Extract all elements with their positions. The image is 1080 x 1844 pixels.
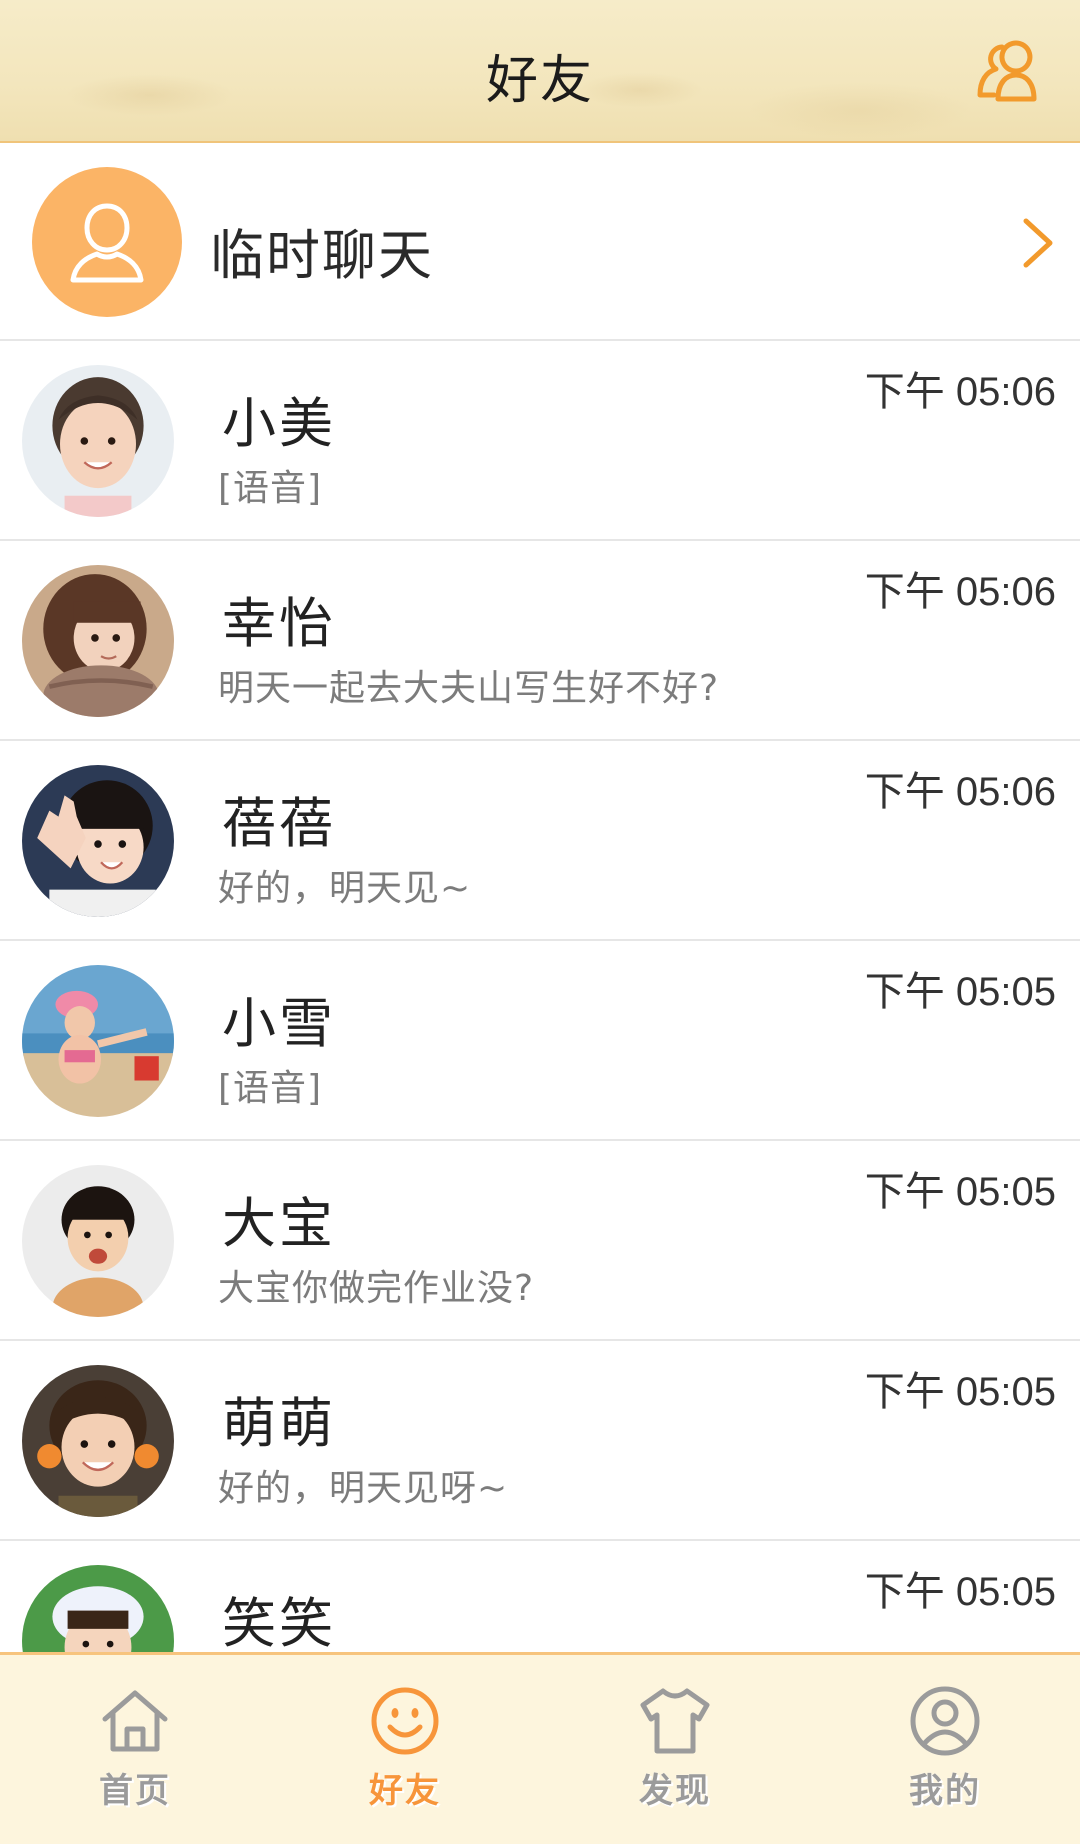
temp-chat-label: 临时聊天 <box>210 224 434 287</box>
user-circle-icon <box>910 1686 980 1756</box>
chat-row[interactable]: 小美 [语音] 下午 05:06 <box>0 341 1080 541</box>
chat-row[interactable]: 蓓蓓 好的，明天见~ 下午 05:06 <box>0 741 1080 941</box>
chat-message: 好的，明天见呀~ <box>218 1468 509 1509</box>
chat-name: 大宝 <box>222 1192 336 1255</box>
avatar-image <box>22 565 174 717</box>
tab-me[interactable]: 我的 <box>810 1655 1080 1844</box>
avatar <box>22 965 174 1117</box>
chat-name: 小美 <box>222 392 336 455</box>
chat-time: 下午 05:06 <box>864 370 1056 414</box>
chat-row[interactable]: 萌萌 好的，明天见呀~ 下午 05:05 <box>0 1341 1080 1541</box>
chat-list: 小美 [语音] 下午 05:06 幸怡 明天一起去大夫山写生好不好? 下午 05… <box>0 341 1080 1741</box>
screen: 好友 临时聊天 小美 [语音] 下午 05:06 幸怡 明天一起去大夫山写生好不… <box>0 0 1080 1844</box>
contacts-icon <box>977 40 1037 102</box>
avatar-image <box>22 765 174 917</box>
chat-time: 下午 05:05 <box>864 970 1056 1014</box>
header-bar: 好友 <box>0 0 1080 143</box>
tab-discover[interactable]: 发现 <box>540 1655 810 1844</box>
chevron-right-icon <box>1023 218 1053 268</box>
avatar-image <box>22 1165 174 1317</box>
chat-message: 大宝你做完作业没? <box>218 1268 535 1309</box>
bottom-tab-bar: 首页 好友 发现 我的 <box>0 1652 1080 1844</box>
chat-time: 下午 05:06 <box>864 570 1056 614</box>
temp-chat-avatar <box>32 167 182 317</box>
tab-home[interactable]: 首页 <box>0 1655 270 1844</box>
chat-message: [语音] <box>218 1068 323 1109</box>
chat-time: 下午 05:05 <box>864 1570 1056 1614</box>
home-icon <box>102 1690 168 1752</box>
smiley-icon <box>371 1687 439 1755</box>
tab-label: 发现 <box>639 1771 711 1811</box>
chat-name: 萌萌 <box>222 1392 336 1455</box>
contacts-button[interactable] <box>968 28 1050 112</box>
chat-time: 下午 05:05 <box>864 1370 1056 1414</box>
chat-time: 下午 05:05 <box>864 1170 1056 1214</box>
chat-name: 幸怡 <box>222 592 336 655</box>
chat-time: 下午 05:06 <box>864 770 1056 814</box>
chat-message: 好的，明天见~ <box>218 868 472 909</box>
person-icon <box>70 203 144 283</box>
tab-label: 我的 <box>909 1771 981 1811</box>
avatar <box>22 565 174 717</box>
chat-message: 明天一起去大夫山写生好不好? <box>218 668 720 709</box>
chat-message: [语音] <box>218 468 323 509</box>
avatar-image <box>22 965 174 1117</box>
chat-row[interactable]: 幸怡 明天一起去大夫山写生好不好? 下午 05:06 <box>0 541 1080 741</box>
chat-row[interactable]: 大宝 大宝你做完作业没? 下午 05:05 <box>0 1141 1080 1341</box>
tab-friends[interactable]: 好友 <box>270 1655 540 1844</box>
avatar <box>22 365 174 517</box>
tab-label: 首页 <box>99 1771 171 1811</box>
avatar <box>22 1365 174 1517</box>
temp-chat-row[interactable]: 临时聊天 <box>0 143 1080 341</box>
avatar-image <box>22 1365 174 1517</box>
avatar <box>22 765 174 917</box>
tab-label: 好友 <box>369 1771 441 1811</box>
page-title: 好友 <box>485 51 594 111</box>
chat-name: 小雪 <box>222 992 336 1055</box>
chat-name: 蓓蓓 <box>222 792 336 855</box>
avatar <box>22 1165 174 1317</box>
chat-name: 笑笑 <box>222 1592 336 1655</box>
chat-row[interactable]: 小雪 [语音] 下午 05:05 <box>0 941 1080 1141</box>
avatar-image <box>22 365 174 517</box>
tshirt-icon <box>640 1688 710 1754</box>
